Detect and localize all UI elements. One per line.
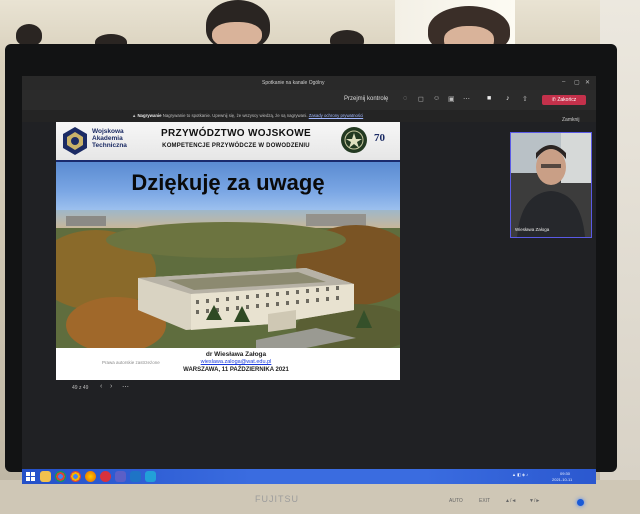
previous-slide-icon[interactable]: ‹ [100, 383, 102, 390]
slide-header: Wojskowa Akademia Techniczna PRZYWÓDZTWO… [56, 122, 400, 162]
monitor-button[interactable]: ▲/◄ [505, 498, 516, 504]
shared-slide: Wojskowa Akademia Techniczna PRZYWÓDZTWO… [56, 122, 400, 380]
university-name-line: Techniczna [92, 142, 127, 149]
chat-icon[interactable]: ◻ [418, 95, 424, 103]
chrome-icon[interactable] [70, 471, 81, 482]
explorer-icon[interactable] [40, 471, 51, 482]
tray-icons[interactable]: ▲ ◧ ◈ ♪ [512, 472, 528, 477]
teams-icon[interactable] [115, 471, 126, 482]
university-crest-icon [63, 127, 87, 155]
participants-icon[interactable]: ◌ [403, 95, 407, 102]
copyright-note: Prawa autorskie zastrzeżone [102, 360, 160, 365]
more-options-icon[interactable]: ⋯ [122, 383, 129, 391]
place-and-date: WARSZAWA, 11 PAŹDZIERNIKA 2021 [183, 367, 289, 373]
monitor-brand: FUJITSU [255, 494, 299, 504]
close-icon[interactable]: ✕ [585, 79, 590, 86]
slide-main-title: PRZYWÓDZTWO WOJSKOWE [161, 128, 311, 139]
thanks-heading: Dziękuję za uwagę [131, 170, 325, 195]
rooms-icon[interactable]: ▣ [448, 95, 455, 103]
university-name-line: Akademia [92, 135, 123, 142]
recording-notice: ▲ Nagrywanie Nagrywanie to spotkanie. Up… [22, 110, 596, 122]
power-icon[interactable] [577, 499, 584, 506]
close-panel-button[interactable]: Zamknij [562, 117, 580, 123]
firefox-icon[interactable] [85, 471, 96, 482]
university-name-line: Wojskowa [92, 128, 124, 135]
slide-author: dr Wiesława Załoga [205, 351, 267, 358]
participant-video [511, 133, 591, 237]
monitor-bezel: FUJITSU AUTO EXIT ▲/◄ ▼/► [5, 484, 617, 514]
person-head [16, 24, 42, 46]
thanks-banner: Dziękuję za uwagę [56, 162, 400, 210]
leave-button-label: Zakończ [557, 97, 577, 103]
participant-video-tile[interactable]: Wiesława Załoga [510, 132, 592, 238]
opera-icon[interactable] [100, 471, 111, 482]
window-title: Spotkanie na kanale Ogólny [262, 80, 325, 86]
chrome-icon[interactable] [55, 471, 66, 482]
screen: Spotkanie na kanale Ogólny – ▢ ✕ Przejmi… [22, 76, 596, 484]
app-icon[interactable] [130, 471, 141, 482]
paint-icon[interactable] [145, 471, 156, 482]
slide-footer: Prawa autorskie zastrzeżone dr Wiesława … [56, 348, 400, 380]
take-control-button[interactable]: Przejmij kontrolę [344, 96, 388, 102]
monitor-button[interactable]: EXIT [479, 498, 490, 504]
military-emblem-icon [341, 127, 367, 153]
privacy-policy-link[interactable]: Zasady ochrony prywatności [309, 113, 363, 118]
meeting-toolbar: Przejmij kontrolę ◌ ◻ ☺ ▣ ⋯ ■ ♪ ⇧ ✆ Zako… [22, 90, 596, 110]
more-icon[interactable]: ⋯ [463, 95, 470, 103]
clock-time[interactable]: 09:30 [560, 471, 570, 476]
recording-label: Nagrywanie [137, 113, 162, 118]
participant-name: Wiesława Załoga [515, 227, 550, 232]
monitor-button[interactable]: ▼/► [529, 498, 540, 504]
recording-text: Nagrywanie to spotkanie. Upewnij się, że… [162, 113, 308, 118]
windows-taskbar: ▲ ◧ ◈ ♪ 09:30 2021-10-11 [22, 469, 596, 484]
monitor: Spotkanie na kanale Ogólny – ▢ ✕ Przejmi… [5, 44, 617, 506]
next-slide-icon[interactable]: › [110, 383, 112, 390]
leave-button[interactable]: ✆ Zakończ [542, 95, 586, 105]
maximize-icon[interactable]: ▢ [574, 79, 580, 86]
monitor-button[interactable]: AUTO [449, 498, 463, 504]
camera-icon[interactable]: ■ [487, 95, 491, 102]
microphone-icon[interactable]: ♪ [506, 95, 510, 102]
campus-aerial-photo [56, 210, 400, 348]
university-name: Wojskowa Akademia Techniczna [92, 128, 127, 149]
minimize-icon[interactable]: – [562, 79, 565, 85]
reactions-icon[interactable]: ☺ [433, 95, 440, 102]
title-bar: Spotkanie na kanale Ogólny – ▢ ✕ [22, 76, 596, 90]
slide-subtitle: KOMPETENCJE PRZYWÓDCZE W DOWODZENIU [162, 143, 310, 149]
anniversary-logo: 70 [374, 132, 385, 144]
slide-counter: 49 z 49 [72, 385, 89, 391]
share-icon[interactable]: ⇧ [522, 95, 528, 103]
author-email-link[interactable]: wieslawa.zaloga@wat.edu.pl [176, 359, 296, 365]
